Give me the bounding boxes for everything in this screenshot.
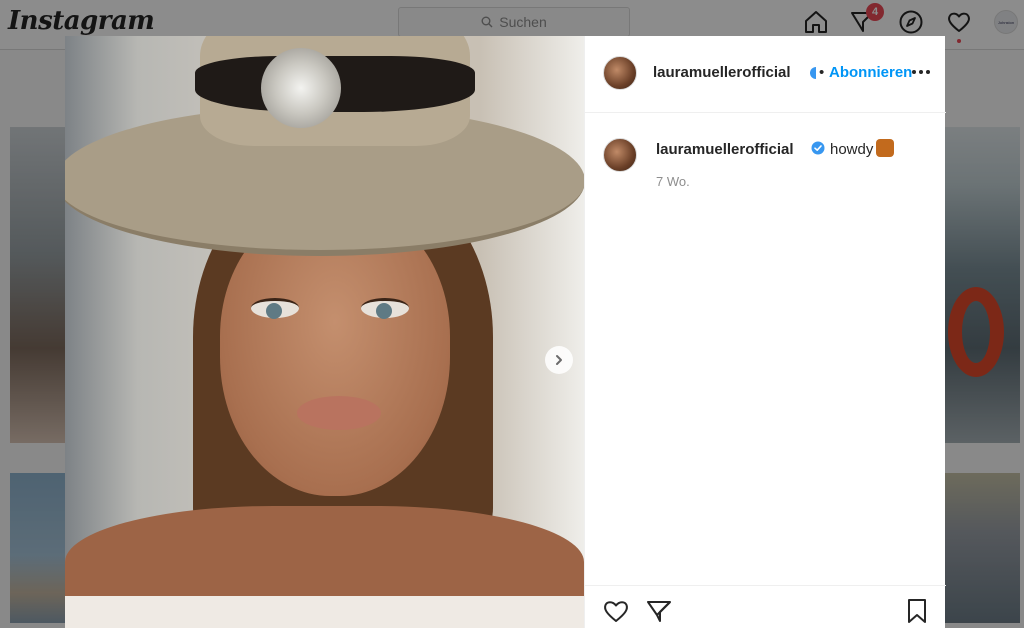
- post-image[interactable]: [65, 36, 584, 628]
- verified-badge-icon: [810, 67, 816, 79]
- cowboy-emoji-icon: [876, 139, 894, 157]
- verified-badge-icon: [811, 141, 825, 155]
- author-avatar[interactable]: [603, 56, 637, 90]
- more-dot-icon: [926, 70, 930, 74]
- caption-text: howdy: [830, 141, 874, 158]
- follow-button[interactable]: Abonnieren: [829, 64, 912, 81]
- next-image-button[interactable]: [545, 346, 573, 374]
- share-icon[interactable]: [645, 597, 673, 625]
- photo-eye-right: [361, 298, 409, 319]
- caption-username[interactable]: lauramuellerofficial: [656, 141, 794, 158]
- more-dot-icon: [919, 70, 923, 74]
- photo-lips: [297, 396, 381, 430]
- photo-eye-left: [251, 298, 299, 319]
- post-sidebar: lauramuellerofficial • Abonnieren lauram…: [584, 36, 946, 628]
- more-options-button[interactable]: [910, 62, 932, 82]
- header-separator: •: [819, 64, 825, 81]
- like-heart-icon[interactable]: [602, 597, 630, 625]
- chevron-right-icon: [556, 355, 562, 365]
- photo-hat-brooch: [261, 48, 341, 128]
- caption-author-avatar[interactable]: [603, 138, 637, 172]
- post-modal: lauramuellerofficial • Abonnieren lauram…: [65, 36, 946, 628]
- photo-shirt: [65, 596, 584, 628]
- author-username[interactable]: lauramuellerofficial: [653, 64, 791, 81]
- post-header: lauramuellerofficial • Abonnieren: [585, 36, 946, 113]
- post-actions-bar: [585, 585, 946, 628]
- save-bookmark-icon[interactable]: [903, 597, 931, 625]
- post-timestamp[interactable]: 7 Wo.: [656, 174, 690, 189]
- more-dot-icon: [912, 70, 916, 74]
